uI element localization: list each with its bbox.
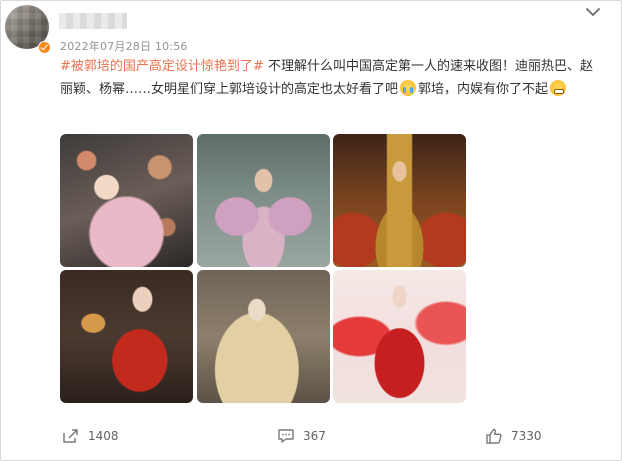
thumbs-up-icon [486,428,502,444]
comment-button[interactable]: 367 [277,426,326,446]
photo-6[interactable] [333,270,466,403]
crying-emoji-icon [400,80,417,96]
photo-2[interactable] [197,134,330,267]
weibo-post-card: 2022年07月28日 10:56 #被郭培的国产高定设计惊艳到了# 不理解什么… [0,0,622,461]
photo-4[interactable] [60,270,193,403]
like-count: 7330 [511,429,542,443]
share-button[interactable]: 1408 [62,426,119,446]
post-body-part2: 郭培，内娱有你了不起 [418,82,549,97]
comment-count: 367 [303,429,326,443]
verified-badge-icon [38,41,51,54]
grimace-emoji-icon [550,80,567,96]
photo-5[interactable] [197,270,330,403]
share-icon [63,429,78,443]
post-text: #被郭培的国产高定设计惊艳到了# 不理解什么叫中国高定第一人的速来收图！迪丽热巴… [60,55,605,101]
chevron-down-icon[interactable] [584,5,602,19]
username-blurred[interactable] [59,13,127,29]
photo-1[interactable] [60,134,193,267]
photo-3[interactable] [333,134,466,267]
hashtag-link[interactable]: #被郭培的国产高定设计惊艳到了# [60,59,264,74]
share-count: 1408 [88,429,119,443]
like-button[interactable]: 7330 [485,426,542,446]
post-timestamp[interactable]: 2022年07月28日 10:56 [60,38,188,54]
comment-icon [278,429,294,443]
